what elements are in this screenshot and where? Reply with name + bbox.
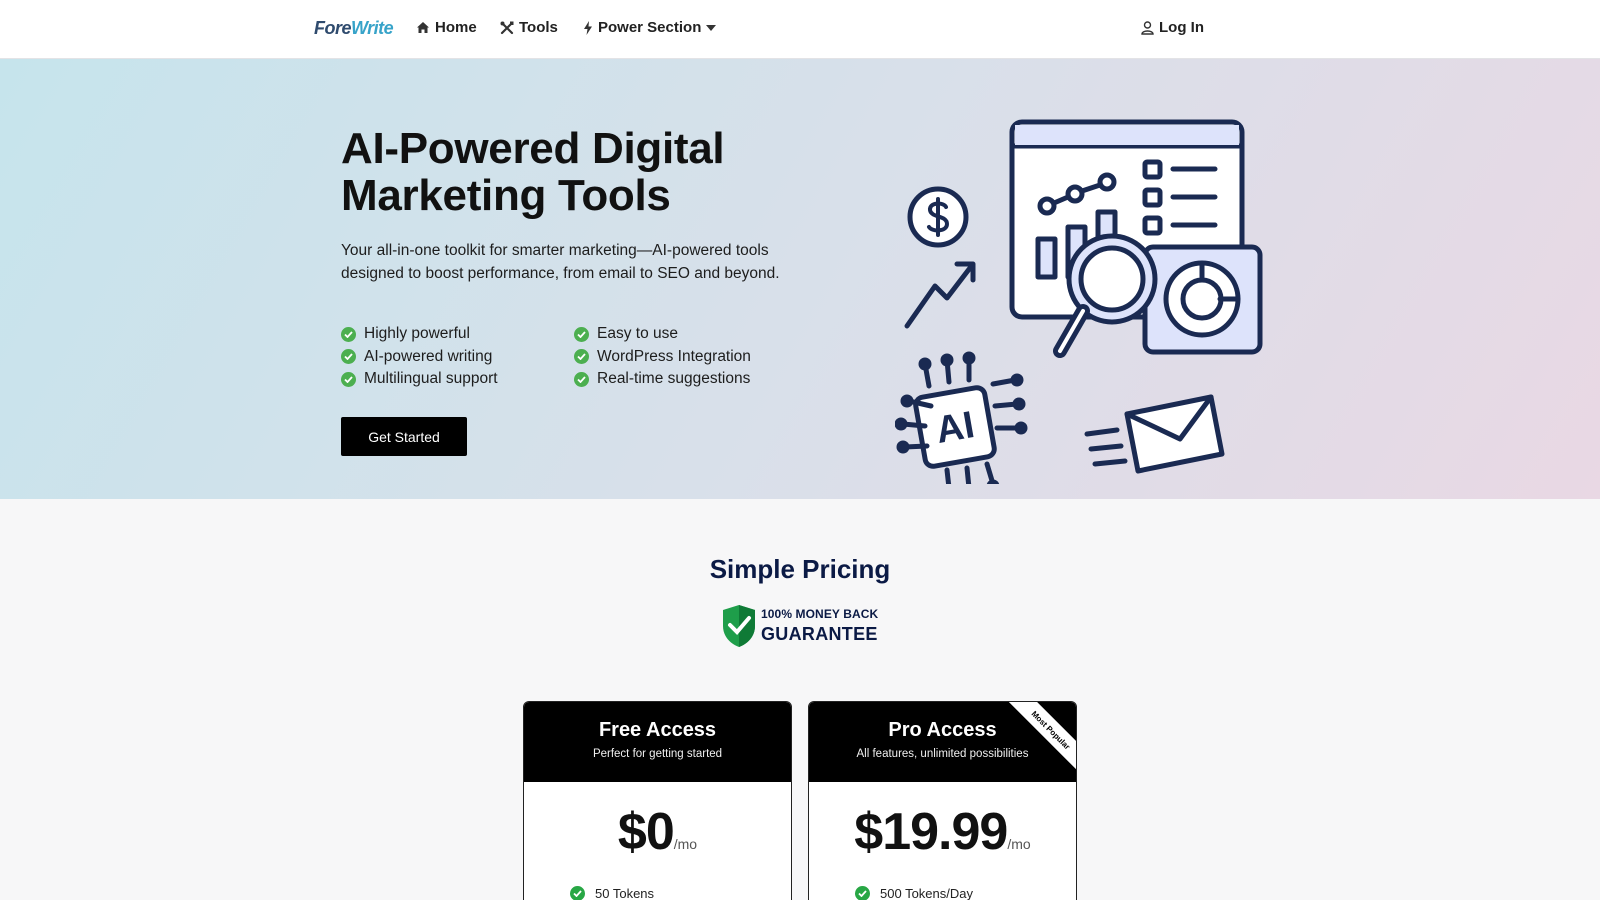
nav-home-link[interactable]: Home (416, 19, 477, 36)
feature-item: Real-time suggestions (574, 370, 804, 389)
nav-home-label: Home (435, 19, 477, 36)
nav-tools-label: Tools (519, 19, 558, 36)
plan-price: $0/mo (524, 802, 791, 862)
hero-title: AI-Powered Digital Marketing Tools (341, 124, 725, 220)
price-period: /mo (1007, 836, 1031, 852)
pricing-card-pro: Pro Access All features, unlimited possi… (808, 701, 1077, 900)
hero-description: Your all-in-one toolkit for smarter mark… (341, 242, 780, 282)
badge-line-1: 100% MONEY BACK (761, 607, 879, 621)
price-amount: $0 (617, 803, 675, 861)
feature-list: Highly powerful Easy to use AI-powered w… (341, 325, 791, 389)
lightning-icon (583, 20, 593, 35)
nav-tools-link[interactable]: Tools (500, 19, 558, 36)
caret-down-icon (706, 24, 717, 31)
user-icon (1141, 20, 1154, 35)
pricing-card-free: Free Access Perfect for getting started … (523, 701, 792, 900)
nav-power-label: Power Section (598, 19, 702, 36)
card-header: Free Access Perfect for getting started (524, 702, 791, 782)
plan-subtitle: Perfect for getting started (592, 748, 723, 760)
badge-line-2: GUARANTEE (761, 624, 878, 644)
marketing-illustration: AI (895, 119, 1263, 484)
feature-item: Multilingual support (341, 370, 574, 389)
get-started-button[interactable]: Get Started (341, 417, 467, 456)
check-icon (570, 886, 585, 900)
plan-subtitle: All features, unlimited possibilities (856, 748, 1029, 760)
shield-check-icon (723, 605, 755, 647)
logo[interactable]: ForeWrite (314, 18, 394, 39)
plan-feature: 500 Tokens/Day (855, 886, 973, 900)
plan-feature: 50 Tokens (570, 886, 654, 900)
price-period: /mo (673, 836, 698, 852)
plan-price: $19.99/mo (809, 802, 1076, 862)
feature-item: Highly powerful (341, 325, 574, 344)
feature-item: WordPress Integration (574, 348, 804, 367)
check-icon (855, 886, 870, 900)
login-link[interactable]: Log In (1141, 19, 1204, 36)
top-navbar: ForeWrite Home Tools Power Section Log I… (0, 0, 1600, 59)
svg-text:AI: AI (933, 404, 978, 452)
check-icon (574, 349, 589, 365)
plan-name: Free Access (598, 719, 717, 741)
feature-item: Easy to use (574, 325, 804, 344)
check-icon (574, 326, 589, 342)
feature-item: AI-powered writing (341, 348, 574, 367)
check-icon (574, 371, 589, 387)
nav-power-dropdown[interactable]: Power Section (583, 19, 717, 36)
pricing-title: Simple Pricing (709, 554, 891, 584)
check-icon (341, 326, 356, 342)
hero-section: AI-Powered Digital Marketing Tools Your … (0, 59, 1600, 499)
check-icon (341, 349, 356, 365)
tools-icon (500, 21, 514, 35)
card-header: Pro Access All features, unlimited possi… (809, 702, 1076, 782)
login-label: Log In (1159, 19, 1204, 36)
home-icon (416, 21, 430, 34)
price-amount: $19.99 (854, 803, 1008, 861)
money-back-badge: 100% MONEY BACK GUARANTEE (721, 604, 881, 648)
check-icon (341, 371, 356, 387)
